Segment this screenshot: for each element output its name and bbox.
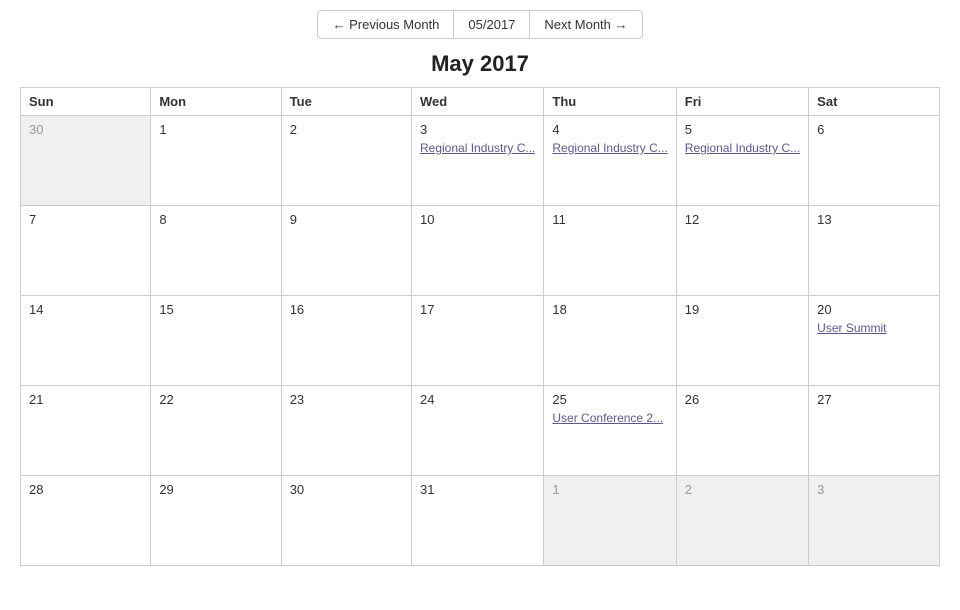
calendar-day-cell[interactable]: 19 — [676, 296, 808, 386]
next-month-button[interactable]: Next Month → — [529, 10, 642, 39]
calendar-day-cell[interactable]: 1 — [151, 116, 281, 206]
event-link[interactable]: Regional Industry C... — [552, 141, 667, 155]
page-container: ← Previous Month 05/2017 Next Month → Ma… — [0, 0, 960, 586]
day-number: 4 — [552, 122, 667, 137]
calendar-day-cell[interactable]: 10 — [412, 206, 544, 296]
calendar-week-row: 30 1 2 3 Regional Industry C... 4 Regional Ind… — [21, 116, 940, 206]
calendar-day-cell[interactable]: 18 — [544, 296, 676, 386]
day-number: 1 — [552, 482, 667, 497]
day-number: 29 — [159, 482, 272, 497]
weekday-header-tue: Tue — [281, 88, 411, 116]
calendar-day-cell[interactable]: 17 — [412, 296, 544, 386]
day-number: 12 — [685, 212, 800, 227]
day-number: 20 — [817, 302, 931, 317]
event-link[interactable]: Regional Industry C... — [685, 141, 800, 155]
calendar-day-cell[interactable]: 8 — [151, 206, 281, 296]
day-number: 13 — [817, 212, 931, 227]
day-number: 5 — [685, 122, 800, 137]
day-number: 21 — [29, 392, 142, 407]
weekday-header-sat: Sat — [809, 88, 940, 116]
calendar-day-cell[interactable]: 13 — [809, 206, 940, 296]
day-number: 8 — [159, 212, 272, 227]
calendar-day-cell[interactable]: 2 — [281, 116, 411, 206]
weekday-header-fri: Fri — [676, 88, 808, 116]
day-number: 26 — [685, 392, 800, 407]
calendar-day-cell[interactable]: 30 — [281, 476, 411, 566]
day-number: 24 — [420, 392, 535, 407]
calendar-day-cell[interactable]: 11 — [544, 206, 676, 296]
event-link[interactable]: User Summit — [817, 321, 931, 335]
calendar-day-cell[interactable]: 28 — [21, 476, 151, 566]
calendar-day-cell[interactable]: 15 — [151, 296, 281, 386]
calendar-day-cell[interactable]: 22 — [151, 386, 281, 476]
calendar-day-cell[interactable]: 31 — [412, 476, 544, 566]
event-link[interactable]: Regional Industry C... — [420, 141, 535, 155]
calendar-week-row: 14 15 16 17 18 19 20 User Summit — [21, 296, 940, 386]
calendar-day-cell[interactable]: 9 — [281, 206, 411, 296]
calendar-day-cell[interactable]: 20 User Summit — [809, 296, 940, 386]
day-number: 31 — [420, 482, 535, 497]
day-number: 19 — [685, 302, 800, 317]
day-number: 9 — [290, 212, 403, 227]
day-number: 3 — [420, 122, 535, 137]
day-number: 28 — [29, 482, 142, 497]
day-number: 3 — [817, 482, 931, 497]
day-number: 2 — [685, 482, 800, 497]
calendar-day-cell[interactable]: 3 Regional Industry C... — [412, 116, 544, 206]
calendar-day-cell[interactable]: 6 — [809, 116, 940, 206]
day-number: 7 — [29, 212, 142, 227]
weekday-header-thu: Thu — [544, 88, 676, 116]
calendar-day-cell[interactable]: 21 — [21, 386, 151, 476]
calendar-title: May 2017 — [20, 51, 940, 77]
calendar-day-cell[interactable]: 16 — [281, 296, 411, 386]
day-number: 23 — [290, 392, 403, 407]
day-number: 17 — [420, 302, 535, 317]
day-number: 15 — [159, 302, 272, 317]
calendar-day-cell[interactable]: 29 — [151, 476, 281, 566]
calendar-day-cell[interactable]: 23 — [281, 386, 411, 476]
day-number: 30 — [29, 122, 142, 137]
calendar-day-cell[interactable]: 5 Regional Industry C... — [676, 116, 808, 206]
calendar-day-cell[interactable]: 7 — [21, 206, 151, 296]
day-number: 10 — [420, 212, 535, 227]
event-link[interactable]: User Conference 2... — [552, 411, 667, 425]
day-number: 18 — [552, 302, 667, 317]
day-number: 25 — [552, 392, 667, 407]
day-number: 22 — [159, 392, 272, 407]
calendar-day-cell[interactable]: 14 — [21, 296, 151, 386]
calendar-day-cell[interactable]: 12 — [676, 206, 808, 296]
day-number: 2 — [290, 122, 403, 137]
weekday-header-wed: Wed — [412, 88, 544, 116]
day-number: 30 — [290, 482, 403, 497]
weekday-header-mon: Mon — [151, 88, 281, 116]
calendar-week-row: 28 29 30 31 1 2 3 — [21, 476, 940, 566]
calendar-week-row: 7 8 9 10 11 12 13 — [21, 206, 940, 296]
weekday-header-row: SunMonTueWedThuFriSat — [21, 88, 940, 116]
current-month-display: 05/2017 — [454, 10, 529, 39]
calendar-day-cell[interactable]: 26 — [676, 386, 808, 476]
calendar-table: SunMonTueWedThuFriSat 30123Regional Indu… — [20, 87, 940, 566]
day-number: 1 — [159, 122, 272, 137]
month-nav: ← Previous Month 05/2017 Next Month → — [20, 10, 940, 39]
calendar-day-cell[interactable]: 24 — [412, 386, 544, 476]
day-number: 11 — [552, 212, 667, 227]
calendar-day-cell[interactable]: 1 — [544, 476, 676, 566]
day-number: 27 — [817, 392, 931, 407]
weekday-header-sun: Sun — [21, 88, 151, 116]
calendar-day-cell[interactable]: 30 — [21, 116, 151, 206]
day-number: 14 — [29, 302, 142, 317]
calendar-day-cell[interactable]: 27 — [809, 386, 940, 476]
prev-month-button[interactable]: ← Previous Month — [317, 10, 454, 39]
day-number: 16 — [290, 302, 403, 317]
calendar-day-cell[interactable]: 25 User Conference 2... — [544, 386, 676, 476]
calendar-day-cell[interactable]: 4 Regional Industry C... — [544, 116, 676, 206]
day-number: 6 — [817, 122, 931, 137]
calendar-week-row: 21 22 23 24 25 User Conference 2... 26 27 — [21, 386, 940, 476]
calendar-day-cell[interactable]: 3 — [809, 476, 940, 566]
calendar-day-cell[interactable]: 2 — [676, 476, 808, 566]
